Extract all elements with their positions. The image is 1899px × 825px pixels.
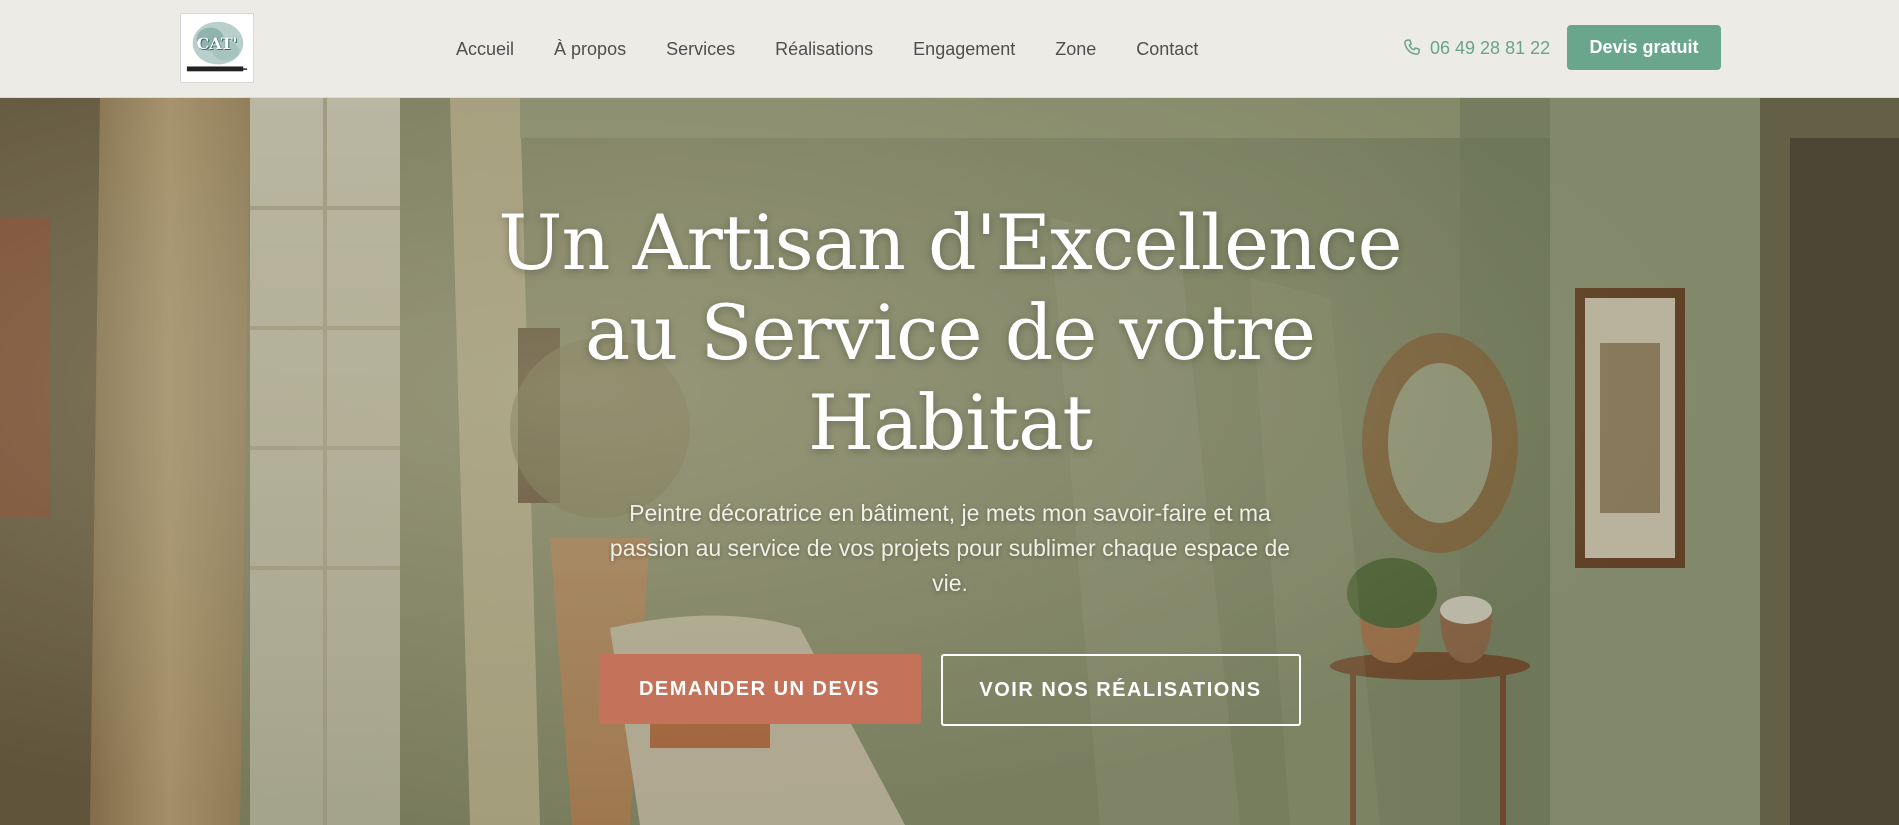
phone-number: 06 49 28 81 22 [1430, 37, 1551, 58]
demander-devis-button[interactable]: DEMANDER UN DEVIS [598, 654, 921, 724]
phone-link[interactable]: 06 49 28 81 22 [1402, 33, 1550, 63]
hero-title-line-2: au Service de votre [584, 288, 1316, 377]
voir-realisations-button[interactable]: VOIR NOS RÉALISATIONS [940, 654, 1301, 726]
main-nav: Accueil À propos Services Réalisations E… [456, 0, 1198, 98]
hero-title-line-1: Un Artisan d'Excellence [498, 198, 1402, 287]
hero-buttons: DEMANDER UN DEVIS VOIR NOS RÉALISATIONS [0, 654, 1899, 726]
hero-section: Un Artisan d'Excellence au Service de vo… [0, 98, 1899, 825]
devis-gratuit-button[interactable]: Devis gratuit [1567, 25, 1721, 70]
phone-icon [1404, 39, 1420, 55]
nav-item-a-propos[interactable]: À propos [554, 39, 626, 60]
hero-subtitle: Peintre décoratrice en bâtiment, je mets… [609, 500, 1291, 596]
nav-item-services[interactable]: Services [666, 39, 735, 60]
nav-item-accueil[interactable]: Accueil [456, 39, 514, 60]
nav-item-contact[interactable]: Contact [1136, 39, 1198, 60]
logo[interactable]: CAT' [180, 13, 254, 83]
nav-item-engagement[interactable]: Engagement [913, 39, 1015, 60]
site-header: CAT' Accueil À propos Services Réalisati… [0, 0, 1899, 98]
hero-title-line-3: Habitat [808, 378, 1093, 467]
nav-item-realisations[interactable]: Réalisations [775, 39, 873, 60]
nav-item-zone[interactable]: Zone [1055, 39, 1096, 60]
logo-wordmark: CAT' [196, 34, 238, 53]
hero-title: Un Artisan d'Excellence au Service de vo… [480, 198, 1420, 468]
